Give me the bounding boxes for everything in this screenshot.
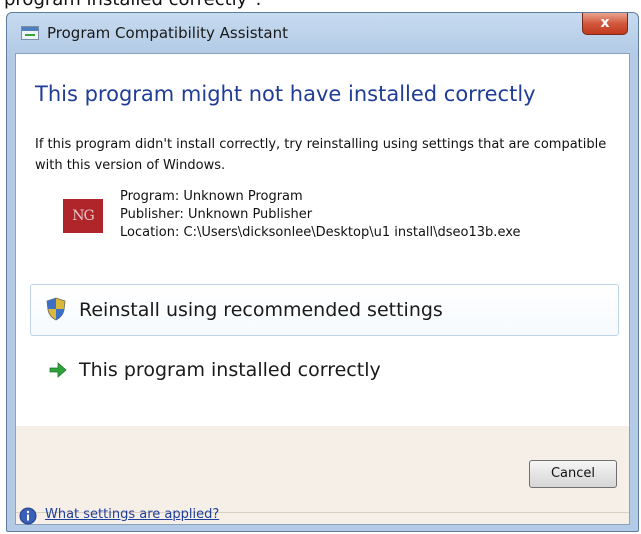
location-line: Location: C:\Users\dicksonlee\Desktop\u1… [120, 225, 521, 240]
program-name-line: Program: Unknown Program [120, 189, 303, 204]
installed-correctly-button[interactable]: This program installed correctly [30, 344, 619, 396]
dialog-content: This program might not have installed co… [15, 53, 630, 525]
help-bar: What settings are applied? [7, 471, 638, 533]
program-logo-icon: NG [63, 199, 103, 233]
program-compatibility-dialog: Program Compatibility Assistant x This p… [6, 12, 639, 532]
page-caption: program installed correctly". [4, 0, 261, 10]
close-button[interactable]: x [582, 13, 628, 35]
main-instruction-heading: This program might not have installed co… [35, 82, 536, 106]
installed-correctly-label: This program installed correctly [79, 359, 381, 381]
info-icon [19, 507, 37, 525]
green-arrow-icon [49, 362, 67, 378]
uac-shield-icon [46, 297, 66, 321]
publisher-line: Publisher: Unknown Publisher [120, 207, 313, 222]
reinstall-recommended-button[interactable]: Reinstall using recommended settings [30, 284, 619, 336]
what-settings-link[interactable]: What settings are applied? [45, 507, 219, 522]
close-icon: x [600, 15, 610, 31]
main-area: This program might not have installed co… [16, 54, 629, 426]
window-title: Program Compatibility Assistant [47, 24, 288, 42]
title-bar[interactable]: Program Compatibility Assistant x [7, 13, 638, 53]
program-details: Program: Unknown Program Publisher: Unkn… [120, 188, 521, 242]
window-app-icon [21, 26, 39, 40]
instructions-text: If this program didn't install correctly… [35, 137, 607, 173]
reinstall-label: Reinstall using recommended settings [79, 299, 443, 321]
